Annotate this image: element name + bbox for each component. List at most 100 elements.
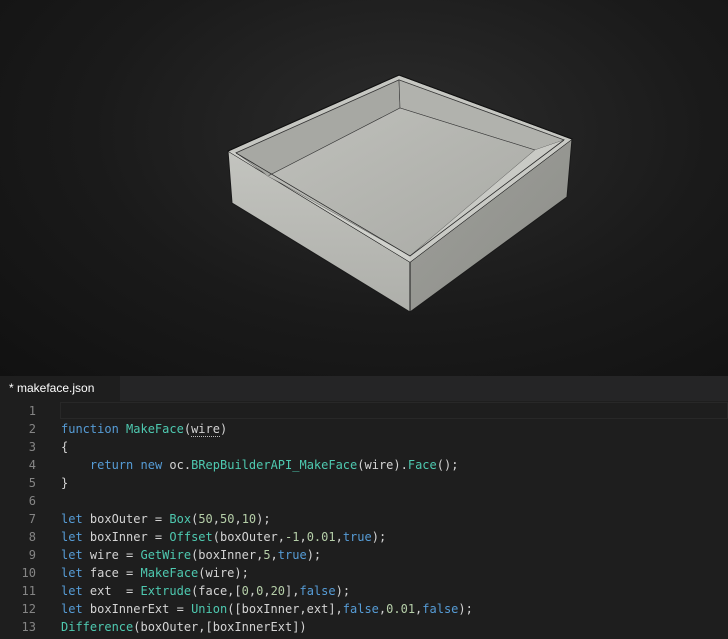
- line-number: 7: [28, 512, 36, 526]
- code-token: ,: [299, 530, 307, 544]
- code-line[interactable]: 4 return new oc.BRepBuilderAPI_MakeFace(…: [0, 456, 728, 474]
- code-token: 5: [263, 548, 271, 562]
- code-token: 0.01: [306, 530, 336, 544]
- code-token: ,: [270, 548, 278, 562]
- code-token: (face,[: [191, 584, 242, 598]
- code-text[interactable]: let boxInner = Offset(boxOuter,-1,0.01,t…: [61, 528, 386, 546]
- code-token: Offset: [169, 530, 213, 544]
- code-line[interactable]: 10 let face = MakeFace(wire);: [0, 564, 728, 582]
- code-line[interactable]: 11 let ext = Extrude(face,[0,0,20],false)…: [0, 582, 728, 600]
- code-token: ,: [212, 512, 220, 526]
- code-text[interactable]: let ext = Extrude(face,[0,0,20],false);: [61, 582, 350, 600]
- code-line[interactable]: 7 let boxOuter = Box(50,50,10);: [0, 510, 728, 528]
- code-token: function: [61, 422, 119, 436]
- code-token: let: [61, 530, 83, 544]
- code-token: Box: [169, 512, 192, 526]
- code-token: (wire).: [357, 458, 408, 472]
- code-token: let: [61, 566, 83, 580]
- line-number: 3: [28, 440, 36, 454]
- code-token: );: [335, 584, 351, 598]
- code-text[interactable]: let face = MakeFace(wire);: [61, 564, 249, 582]
- 3d-viewport[interactable]: [0, 0, 728, 376]
- code-line[interactable]: 9 let wire = GetWire(boxInner,5,true);: [0, 546, 728, 564]
- line-number: 11: [21, 584, 36, 598]
- code-token: (wire);: [198, 566, 249, 580]
- line-number: 4: [28, 458, 36, 472]
- code-line[interactable]: 1: [0, 402, 728, 420]
- code-token: MakeFace: [126, 422, 184, 436]
- code-text[interactable]: let wire = GetWire(boxInner,5,true);: [61, 546, 321, 564]
- code-token: );: [371, 530, 387, 544]
- code-token: 50: [198, 512, 213, 526]
- code-token: Extrude: [140, 584, 192, 598]
- code-token: -1: [285, 530, 300, 544]
- code-token: false: [422, 602, 459, 616]
- code-token: ): [219, 422, 228, 436]
- code-token: 10: [241, 512, 257, 526]
- code-token: );: [256, 512, 271, 526]
- code-line[interactable]: 3{: [0, 438, 728, 456]
- line-number: 8: [28, 530, 36, 544]
- code-token: boxInner =: [82, 530, 170, 544]
- code-token: oc.: [162, 458, 192, 472]
- code-token: 20: [270, 584, 286, 598]
- code-token: wire: [191, 422, 220, 437]
- code-token: GetWire: [140, 548, 192, 562]
- tab-makeface-json[interactable]: * makeface.json: [0, 376, 120, 401]
- code-token: boxInnerExt =: [82, 602, 192, 616]
- code-token: ();: [436, 458, 459, 472]
- code-token: Face: [407, 458, 437, 472]
- code-token: ,: [335, 530, 343, 544]
- code-token: (boxInner,: [191, 548, 264, 562]
- code-token: ],: [285, 584, 300, 598]
- code-line[interactable]: 8 let boxInner = Offset(boxOuter,-1,0.01,…: [0, 528, 728, 546]
- line-number: 2: [28, 422, 36, 436]
- code-token: 0: [241, 584, 249, 598]
- code-text[interactable]: {: [61, 438, 68, 456]
- code-editor[interactable]: 1 2 function MakeFace(wire) 3{4 return new …: [0, 401, 728, 639]
- code-token: let: [61, 602, 83, 616]
- code-token: (: [183, 422, 192, 436]
- code-token: (boxOuter,[boxInnerExt]): [133, 620, 307, 634]
- line-number: 10: [21, 566, 36, 580]
- code-token: let: [61, 512, 83, 526]
- line-number: 1: [28, 404, 36, 418]
- code-token: true: [342, 530, 372, 544]
- line-number: 6: [28, 494, 36, 508]
- code-line[interactable]: 2 function MakeFace(wire): [0, 420, 728, 438]
- code-token: let: [61, 584, 83, 598]
- editor-tab-bar: * makeface.json: [0, 376, 728, 401]
- code-token: boxOuter =: [82, 512, 170, 526]
- code-token: Union: [191, 602, 228, 616]
- code-token: BRepBuilderAPI_MakeFace: [191, 458, 358, 472]
- code-token: ,: [234, 512, 242, 526]
- code-token: );: [306, 548, 322, 562]
- line-number: 12: [21, 602, 36, 616]
- code-token: MakeFace: [140, 566, 199, 580]
- code-text[interactable]: }: [61, 474, 68, 492]
- code-token: false: [342, 602, 379, 616]
- code-token: );: [458, 602, 473, 616]
- line-number: 9: [28, 548, 36, 562]
- code-text[interactable]: Difference(boxOuter,[boxInnerExt]): [61, 618, 307, 636]
- code-text[interactable]: function MakeFace(wire): [61, 420, 227, 438]
- code-token: (boxOuter,: [212, 530, 285, 544]
- code-line[interactable]: 13 Difference(boxOuter,[boxInnerExt]): [0, 618, 728, 636]
- code-token: new: [140, 458, 163, 472]
- code-token: 50: [220, 512, 235, 526]
- code-line[interactable]: 6: [0, 492, 728, 510]
- code-text[interactable]: return new oc.BRepBuilderAPI_MakeFace(wi…: [61, 456, 459, 474]
- code-token: wire =: [82, 548, 141, 562]
- code-token: return: [89, 458, 134, 472]
- code-line[interactable]: 5}: [0, 474, 728, 492]
- code-token: true: [277, 548, 307, 562]
- code-line[interactable]: 12 let boxInnerExt = Union([boxInner,ext]…: [0, 600, 728, 618]
- code-token: ([boxInner,ext],: [227, 602, 343, 616]
- code-token: false: [299, 584, 336, 598]
- code-token: ext =: [82, 584, 141, 598]
- code-text[interactable]: let boxInnerExt = Union([boxInner,ext],f…: [61, 600, 473, 618]
- code-text[interactable]: let boxOuter = Box(50,50,10);: [61, 510, 271, 528]
- code-token: Difference: [61, 620, 134, 634]
